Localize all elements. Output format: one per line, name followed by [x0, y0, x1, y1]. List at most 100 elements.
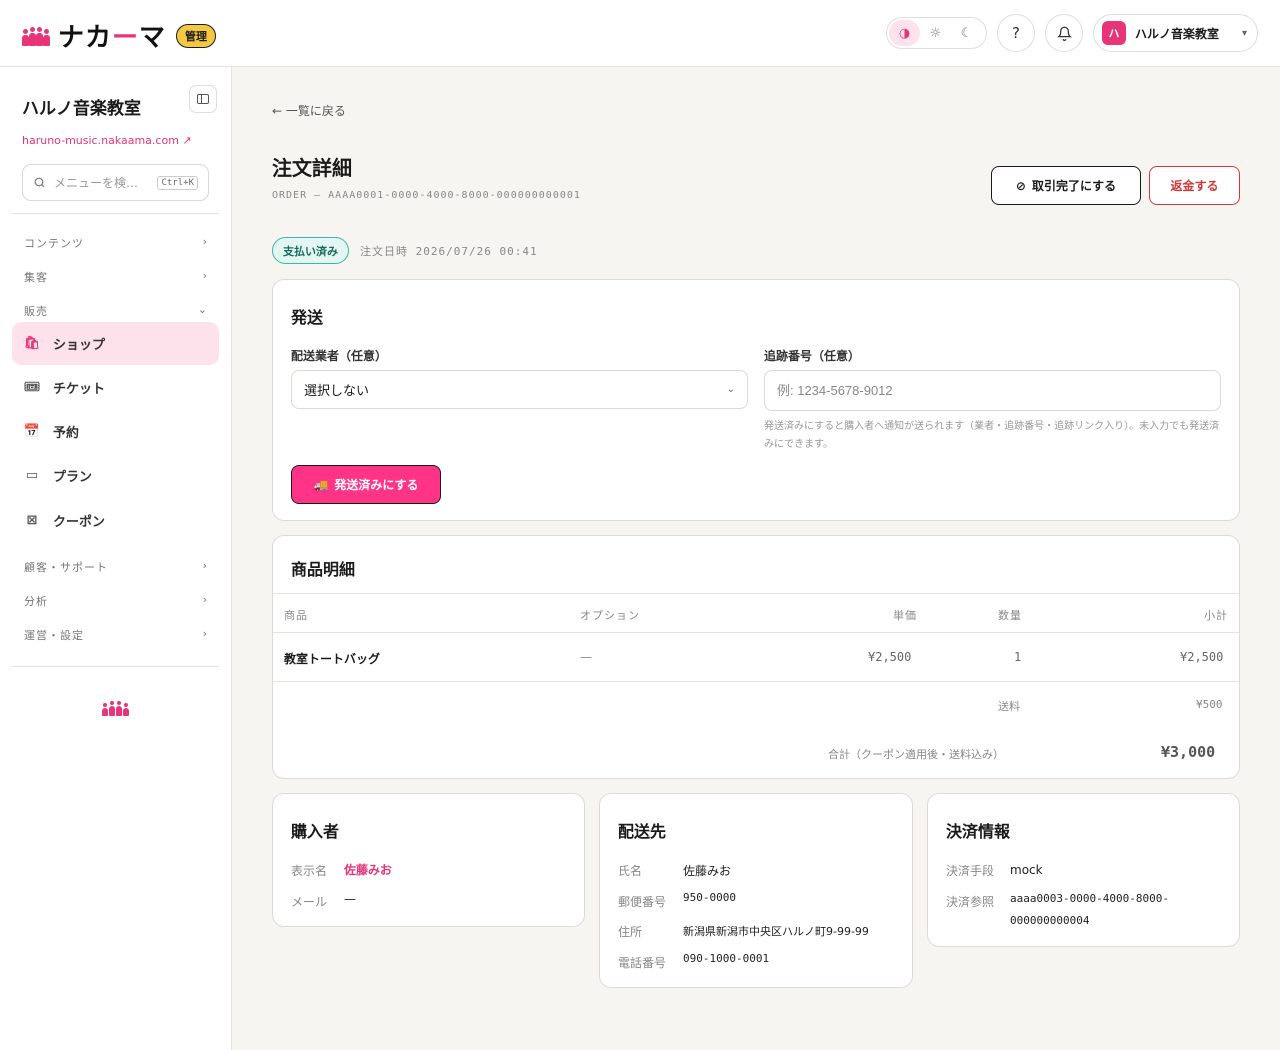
external-link-icon: ↗	[182, 134, 192, 147]
chevron-right-icon: ›	[202, 593, 208, 606]
buyer-email-label: メール	[291, 895, 328, 909]
table-row: 教室トートバッグ — ¥2,500 1 ¥2,500	[273, 634, 1239, 682]
site-url-link[interactable]: haruno-music.nakaama.com ↗	[22, 134, 192, 147]
column-qty: 数量	[998, 609, 1022, 622]
total-value: ¥3,000	[1161, 743, 1216, 761]
zip-label: 郵便番号	[618, 895, 667, 909]
order-id: ORDER — AAAA0001-0000-4000-8000-00000000…	[272, 190, 581, 201]
chevron-down-icon: ⌄	[197, 303, 208, 316]
address-value: 新潟県新潟市中央区ハルノ町9-99-99	[683, 925, 869, 938]
refund-button[interactable]: 返金する	[1149, 166, 1240, 205]
chevron-right-icon: ›	[202, 235, 208, 248]
destination-title: 配送先	[618, 822, 667, 841]
payment-ref-label: 決済参照	[946, 895, 995, 909]
column-product: 商品	[284, 609, 308, 622]
admin-badge: 管理	[176, 23, 217, 48]
tracking-label: 追跡番号（任意）	[764, 349, 861, 363]
light-theme-icon[interactable]: ☼	[920, 20, 951, 46]
calendar-icon: 📅	[23, 424, 41, 439]
recipient-name-label: 氏名	[618, 864, 643, 878]
sidebar-title: ハルノ音楽教室	[22, 99, 141, 119]
sidebar: ハルノ音楽教室 haruno-music.nakaama.com ↗ メニューを…	[0, 67, 232, 1050]
sidebar-item-shop[interactable]: 🛍 ショップ	[12, 322, 219, 365]
mark-shipped-button[interactable]: 🚚 発送済みにする	[291, 465, 441, 504]
org-name: ハルノ音楽教室	[1135, 26, 1220, 41]
chevron-down-icon: ⌄	[726, 384, 735, 395]
column-option: オプション	[580, 609, 640, 622]
sidebar-item-tickets[interactable]: 🎟 チケット	[12, 366, 219, 409]
table-header: 商品 オプション 単価 数量 小計	[273, 593, 1239, 633]
shipping-help-text: 発送済みにすると購入者へ通知が送られます（業者・追跡番号・追跡リンク入り）。未入…	[764, 421, 1220, 450]
buyer-name-label: 表示名	[291, 864, 328, 878]
shopping-bag-icon: 🛍	[23, 336, 41, 351]
bell-icon	[1056, 26, 1072, 41]
org-avatar: ハ	[1102, 21, 1126, 45]
theme-toggle: ◑ ☼ ☾	[886, 17, 987, 49]
chevron-right-icon: ›	[202, 559, 208, 572]
column-subtotal: 小計	[1204, 609, 1228, 622]
destination-card: 配送先 氏名 佐藤みお 郵便番号 950-0000 住所 新潟県新潟市中央区ハル…	[599, 793, 913, 988]
org-switcher[interactable]: ハ ハルノ音楽教室 ▾	[1093, 14, 1258, 52]
complete-transaction-button[interactable]: ⊘ 取引完了にする	[991, 166, 1141, 205]
chevron-right-icon: ›	[202, 269, 208, 282]
sidebar-item-reservations[interactable]: 📅 予約	[12, 410, 219, 453]
carrier-label: 配送業者（任意）	[291, 349, 388, 363]
payment-method-value: mock	[1010, 863, 1043, 877]
product-subtotal: ¥2,500	[1180, 650, 1224, 664]
sidebar-group-operations[interactable]: 運営・設定 ›	[24, 627, 208, 643]
shipping-fee-label: 送料	[998, 700, 1020, 713]
sidebar-group-analytics[interactable]: 分析 ›	[24, 593, 208, 609]
payment-title: 決済情報	[946, 822, 1011, 841]
recipient-name-value: 佐藤みお	[683, 864, 732, 878]
divider	[12, 213, 219, 214]
sidebar-collapse-button[interactable]	[189, 85, 217, 113]
product-name: 教室トートバッグ	[284, 652, 381, 666]
ticket-icon: 🎟	[23, 380, 41, 395]
truck-icon: 🚚	[313, 477, 329, 492]
order-date: 注文日時 2026/07/26 00:41	[360, 245, 538, 258]
search-shortcut: Ctrl+K	[157, 175, 198, 190]
top-bar: ナカーマ 管理 ◑ ☼ ☾ ? ハ ハルノ音楽教室 ▾	[0, 0, 1280, 67]
payment-method-label: 決済手段	[946, 864, 995, 878]
shipping-fee-value: ¥500	[1196, 698, 1223, 711]
chevron-down-icon: ▾	[1241, 27, 1247, 39]
buyer-name-link[interactable]: 佐藤みお	[344, 861, 392, 878]
carrier-select[interactable]: 選択しない ⌄	[291, 370, 748, 409]
sidebar-toggle-icon	[197, 94, 209, 104]
dark-theme-icon[interactable]: ☾	[951, 20, 982, 46]
sidebar-group-sales[interactable]: 販売 ⌄	[24, 303, 208, 319]
divider	[12, 666, 219, 667]
menu-search-input[interactable]: メニューを検… Ctrl+K	[22, 164, 209, 201]
contrast-theme-icon[interactable]: ◑	[889, 20, 920, 46]
search-icon	[34, 177, 45, 188]
address-label: 住所	[618, 925, 643, 939]
buyer-title: 購入者	[291, 822, 340, 841]
back-link[interactable]: ← 一覧に戻る	[272, 102, 346, 119]
phone-label: 電話番号	[618, 956, 667, 970]
notifications-button[interactable]	[1045, 14, 1083, 52]
logo-text: ナカーマ	[58, 23, 167, 53]
status-badge: 支払い済み	[272, 237, 349, 264]
sidebar-item-plans[interactable]: ▭ プラン	[12, 454, 219, 497]
app-logo[interactable]: ナカーマ 管理	[22, 17, 217, 54]
check-circle-icon: ⊘	[1015, 178, 1026, 193]
tracking-number-input[interactable]	[764, 370, 1221, 411]
shipping-card: 発送 配送業者（任意） 追跡番号（任意） 選択しない ⌄ 発送済みにすると購入者…	[272, 279, 1240, 521]
sidebar-item-coupons[interactable]: ⊠ クーポン	[12, 499, 219, 542]
sidebar-group-marketing[interactable]: 集客 ›	[24, 269, 208, 285]
arrow-left-icon: ←	[272, 104, 283, 118]
help-button[interactable]: ?	[997, 14, 1035, 52]
sidebar-group-content[interactable]: コンテンツ ›	[24, 235, 208, 251]
search-placeholder: メニューを検…	[54, 176, 139, 190]
phone-value: 090-1000-0001	[683, 952, 770, 965]
buyer-email-value: —	[344, 892, 356, 906]
sidebar-group-customers[interactable]: 顧客・サポート ›	[24, 559, 208, 575]
logo-mark-icon	[22, 26, 52, 46]
shipping-title: 発送	[291, 308, 324, 327]
line-items-title: 商品明細	[291, 560, 356, 579]
payment-ref-value-line1: aaaa0003-0000-4000-8000-	[1010, 892, 1169, 905]
credit-card-icon: ▭	[25, 468, 39, 483]
line-items-card: 商品明細 商品 オプション 単価 数量 小計 教室トートバッグ — ¥2,500…	[272, 535, 1240, 779]
total-label: 合計（クーポン適用後・送料込み）	[828, 748, 1004, 761]
product-qty: 1	[1014, 650, 1022, 664]
